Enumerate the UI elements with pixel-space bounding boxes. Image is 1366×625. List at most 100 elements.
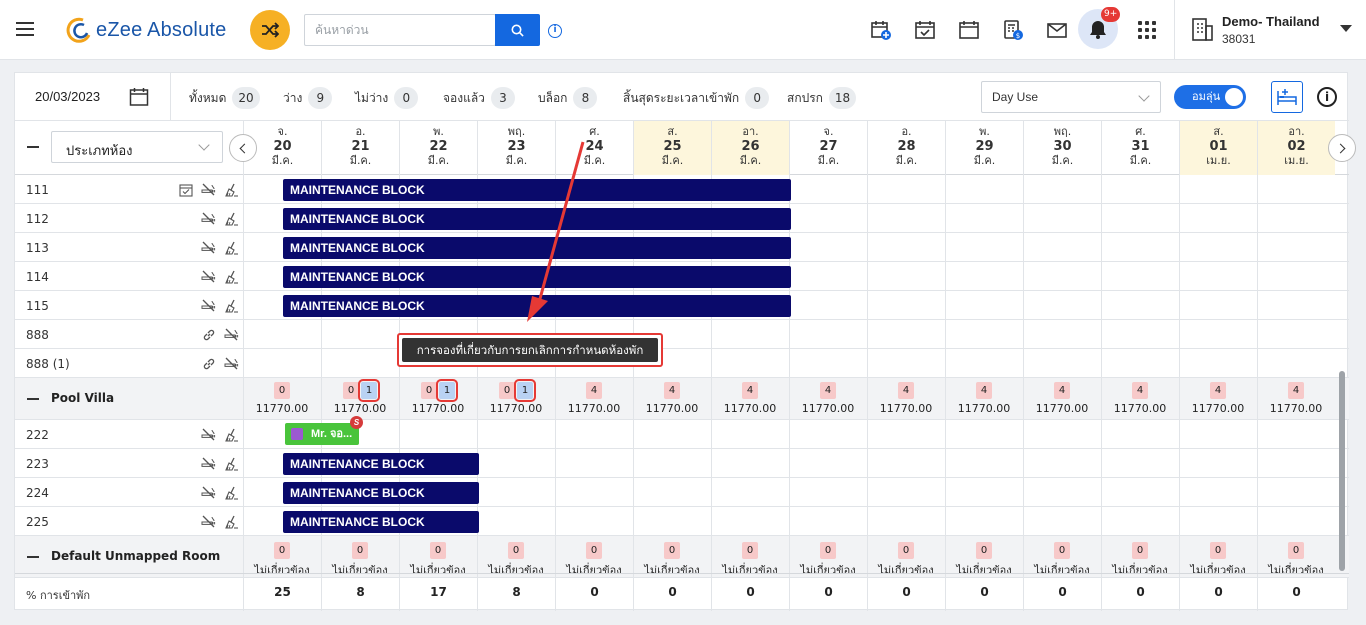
stat-0[interactable]: ทั้งหมด 20 xyxy=(189,87,260,109)
unassigned-booking-count[interactable]: 1 xyxy=(358,379,380,402)
room-number[interactable]: 111 xyxy=(26,183,49,197)
grid-cell[interactable] xyxy=(945,420,1023,449)
grid-cell[interactable] xyxy=(1023,175,1101,204)
room-number[interactable]: 222 xyxy=(26,428,49,442)
hotel-dropdown-icon[interactable] xyxy=(1340,25,1352,32)
prev-dates-button[interactable] xyxy=(229,134,257,162)
availability-cell[interactable]: 4 11770.00 xyxy=(1101,382,1179,415)
grid-cell[interactable] xyxy=(477,420,555,449)
mail-icon[interactable] xyxy=(1046,19,1068,41)
grid-cell[interactable] xyxy=(789,449,867,478)
grid-cell[interactable] xyxy=(555,420,633,449)
availability-cell[interactable]: 4 11770.00 xyxy=(711,382,789,415)
grid-cell[interactable] xyxy=(789,478,867,507)
date-column-header[interactable]: พ. 22 มี.ค. xyxy=(399,121,477,175)
housekeeping-icon[interactable] xyxy=(224,457,239,471)
shuffle-button[interactable] xyxy=(250,10,290,50)
grid-cell[interactable] xyxy=(945,291,1023,320)
grid-cell[interactable] xyxy=(945,175,1023,204)
room-type-select[interactable]: ประเภทห้อง xyxy=(51,131,223,163)
date-column-header[interactable]: พ. 29 มี.ค. xyxy=(945,121,1023,175)
grid-cell[interactable] xyxy=(867,449,945,478)
grid-cell[interactable] xyxy=(321,349,399,378)
apps-grid-icon[interactable] xyxy=(1138,21,1156,39)
grid-cell[interactable] xyxy=(789,349,867,378)
availability-cell[interactable]: 4 11770.00 xyxy=(555,382,633,415)
grid-cell[interactable] xyxy=(1023,204,1101,233)
grid-cell[interactable] xyxy=(789,291,867,320)
grid-cell[interactable] xyxy=(1257,291,1335,320)
grid-cell[interactable] xyxy=(1257,233,1335,262)
calendar-check-icon[interactable] xyxy=(914,19,936,41)
collapse-icon[interactable] xyxy=(27,556,39,558)
grid-cell[interactable] xyxy=(867,478,945,507)
collapse-icon[interactable] xyxy=(27,398,39,400)
availability-cell[interactable]: 0 1 11770.00 xyxy=(321,379,399,415)
maintenance-block[interactable]: MAINTENANCE BLOCK xyxy=(283,294,791,317)
grid-cell[interactable] xyxy=(1023,262,1101,291)
grid-cell[interactable] xyxy=(1101,262,1179,291)
grid-cell[interactable] xyxy=(867,349,945,378)
grid-cell[interactable] xyxy=(1179,349,1257,378)
grid-cell[interactable] xyxy=(945,449,1023,478)
app-logo[interactable]: eZee Absolute xyxy=(66,16,226,44)
grid-cell[interactable] xyxy=(789,507,867,536)
maintenance-block[interactable]: MAINTENANCE BLOCK xyxy=(283,481,479,504)
grid-cell[interactable] xyxy=(789,262,867,291)
maintenance-block[interactable]: MAINTENANCE BLOCK xyxy=(283,452,479,475)
grid-cell[interactable] xyxy=(945,349,1023,378)
grid-cell[interactable] xyxy=(1179,233,1257,262)
grid-cell[interactable] xyxy=(867,233,945,262)
grid-cell[interactable] xyxy=(1179,204,1257,233)
maintenance-block[interactable]: MAINTENANCE BLOCK xyxy=(283,178,791,201)
help-icon[interactable]: i xyxy=(1317,87,1337,107)
grid-cell[interactable] xyxy=(1257,349,1335,378)
grid-cell[interactable] xyxy=(1257,262,1335,291)
grid-cell[interactable] xyxy=(1023,233,1101,262)
room-number[interactable]: 223 xyxy=(26,457,49,471)
grid-cell[interactable] xyxy=(1257,175,1335,204)
room-number[interactable]: 115 xyxy=(26,299,49,313)
grid-cell[interactable] xyxy=(789,175,867,204)
grid-cell[interactable] xyxy=(555,478,633,507)
room-number[interactable]: 224 xyxy=(26,486,49,500)
maintenance-block[interactable]: MAINTENANCE BLOCK xyxy=(283,265,791,288)
grid-cell[interactable] xyxy=(867,420,945,449)
grid-cell[interactable] xyxy=(945,507,1023,536)
hotel-name[interactable]: Demo- Thailand xyxy=(1222,14,1320,29)
date-column-header[interactable]: พฤ. 23 มี.ค. xyxy=(477,121,555,175)
grid-cell[interactable] xyxy=(711,420,789,449)
grid-cell[interactable] xyxy=(1179,291,1257,320)
vertical-scrollbar[interactable] xyxy=(1339,371,1345,571)
housekeeping-icon[interactable] xyxy=(224,299,239,313)
availability-cell[interactable]: 0 1 11770.00 xyxy=(399,379,477,415)
grid-cell[interactable] xyxy=(1257,320,1335,349)
link-icon[interactable] xyxy=(202,328,216,342)
grid-cell[interactable] xyxy=(711,349,789,378)
date-column-header[interactable]: ส. 01 เม.ย. xyxy=(1179,121,1257,175)
availability-cell[interactable]: 4 11770.00 xyxy=(1023,382,1101,415)
grid-cell[interactable] xyxy=(711,478,789,507)
grid-cell[interactable] xyxy=(1101,507,1179,536)
billing-icon[interactable]: $ xyxy=(1002,19,1024,41)
grid-cell[interactable] xyxy=(243,349,321,378)
housekeeping-icon[interactable] xyxy=(224,428,239,442)
grid-cell[interactable] xyxy=(945,262,1023,291)
room-number[interactable]: 888 xyxy=(26,328,49,342)
unassigned-booking-count[interactable]: 1 xyxy=(514,379,536,402)
add-reservation-icon[interactable] xyxy=(870,19,892,41)
grid-cell[interactable] xyxy=(1101,449,1179,478)
room-number[interactable]: 225 xyxy=(26,515,49,529)
view-toggle[interactable]: อมลุ่น xyxy=(1174,85,1246,109)
date-column-header[interactable]: ศ. 31 มี.ค. xyxy=(1101,121,1179,175)
room-number[interactable]: 114 xyxy=(26,270,49,284)
date-column-header[interactable]: อา. 26 มี.ค. xyxy=(711,121,789,175)
date-column-header[interactable]: ส. 25 มี.ค. xyxy=(633,121,711,175)
grid-cell[interactable] xyxy=(867,320,945,349)
search-button[interactable] xyxy=(495,14,540,46)
availability-cell[interactable]: 4 11770.00 xyxy=(867,382,945,415)
availability-cell[interactable]: 4 11770.00 xyxy=(945,382,1023,415)
checklist-icon[interactable] xyxy=(179,183,193,197)
grid-cell[interactable] xyxy=(945,233,1023,262)
grid-cell[interactable] xyxy=(243,320,321,349)
